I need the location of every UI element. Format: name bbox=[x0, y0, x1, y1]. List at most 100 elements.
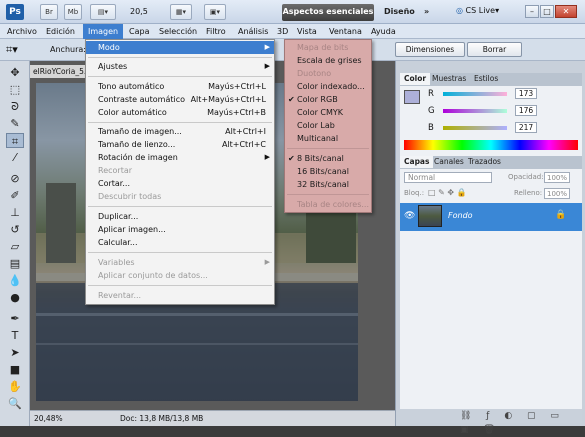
menu-item-duplicar[interactable]: Duplicar... bbox=[86, 210, 274, 223]
tab-muestras[interactable]: Muestras bbox=[428, 73, 470, 85]
eraser-tool-icon[interactable]: ▱ bbox=[6, 239, 24, 254]
menu-item-tono-automatico[interactable]: Tono automático Mayús+Ctrl+L bbox=[86, 80, 274, 93]
tab-trazados[interactable]: Trazados bbox=[464, 156, 505, 168]
pen-tool-icon[interactable]: ✒ bbox=[6, 311, 24, 326]
bridge-button[interactable]: Br bbox=[40, 4, 58, 20]
marquee-tool-icon[interactable]: ⬚ bbox=[6, 82, 24, 97]
zoom-percentage[interactable]: 20,48% bbox=[34, 411, 63, 426]
menu-divider bbox=[88, 206, 272, 207]
lock-icons[interactable]: □ ✎ ✥ 🔒 bbox=[428, 188, 467, 197]
blue-slider[interactable] bbox=[443, 126, 507, 130]
lasso-tool-icon[interactable]: ᘐ bbox=[6, 99, 24, 114]
menu-analisis[interactable]: Análisis bbox=[233, 24, 273, 39]
crop-tool-icon[interactable]: ⌗ bbox=[6, 133, 24, 148]
clone-stamp-tool-icon[interactable]: ⊥ bbox=[6, 205, 24, 220]
opacity-field[interactable]: 100% bbox=[544, 172, 570, 183]
menu-edicion[interactable]: Edición bbox=[41, 24, 80, 39]
menu-vista[interactable]: Vista bbox=[292, 24, 322, 39]
type-tool-icon[interactable]: T bbox=[6, 328, 24, 343]
tab-capas[interactable]: Capas bbox=[400, 156, 434, 168]
zoom-tool-icon[interactable]: 🔍 bbox=[6, 396, 24, 411]
mode-16-bits[interactable]: 16 Bits/canal bbox=[285, 165, 371, 178]
shape-tool-icon[interactable]: ■ bbox=[6, 362, 24, 377]
red-slider[interactable] bbox=[443, 92, 507, 96]
menu-filtro[interactable]: Filtro bbox=[201, 24, 231, 39]
color-spectrum-bar[interactable] bbox=[404, 140, 578, 150]
menu-item-tamano-lienzo[interactable]: Tamaño de lienzo... Alt+Ctrl+C bbox=[86, 138, 274, 151]
menu-item-label: 32 Bits/canal bbox=[297, 180, 349, 189]
document-tab[interactable]: elRioYCoria_5... bbox=[30, 65, 90, 78]
dimensions-button[interactable]: Dimensiones bbox=[395, 42, 465, 57]
menu-item-label: Mapa de bits bbox=[297, 43, 349, 52]
blue-value-field[interactable]: 217 bbox=[515, 122, 537, 133]
layers-panel-footer[interactable]: ⛓ ƒ ◐ ▢ ▭ ▣ 🗑 bbox=[400, 409, 582, 435]
layer-name[interactable]: Fondo bbox=[448, 211, 473, 220]
menu-item-label: Descubrir todas bbox=[98, 192, 162, 201]
menu-item-rotacion-imagen[interactable]: Rotación de imagen ▶ bbox=[86, 151, 274, 164]
more-workspaces-button[interactable]: » bbox=[424, 7, 429, 16]
path-selection-tool-icon[interactable]: ➤ bbox=[6, 345, 24, 360]
close-button[interactable]: ✕ bbox=[555, 5, 577, 18]
menu-item-calcular[interactable]: Calcular... bbox=[86, 236, 274, 249]
gradient-tool-icon[interactable]: ▤ bbox=[6, 256, 24, 271]
menu-item-label: Escala de grises bbox=[297, 56, 362, 65]
mode-color-lab[interactable]: Color Lab bbox=[285, 119, 371, 132]
workspace-design-button[interactable]: Diseño bbox=[384, 7, 415, 16]
minimize-button[interactable]: – bbox=[525, 5, 539, 18]
menu-imagen[interactable]: Imagen bbox=[83, 24, 124, 39]
mode-8-bits[interactable]: ✔ 8 Bits/canal bbox=[285, 152, 371, 165]
quick-selection-tool-icon[interactable]: ✎ bbox=[6, 116, 24, 131]
menu-3d[interactable]: 3D bbox=[272, 24, 293, 39]
menu-item-aplicar-imagen[interactable]: Aplicar imagen... bbox=[86, 223, 274, 236]
arrange-documents-button[interactable]: ▦▾ bbox=[170, 4, 192, 20]
view-extras-button[interactable]: ▤▾ bbox=[90, 4, 116, 20]
menu-divider bbox=[287, 194, 369, 195]
workspace-essentials-button[interactable]: Aspectos esenciales bbox=[282, 4, 374, 21]
menu-seleccion[interactable]: Selección bbox=[154, 24, 202, 39]
menu-item-color-automatico[interactable]: Color automático Mayús+Ctrl+B bbox=[86, 106, 274, 119]
menu-ayuda[interactable]: Ayuda bbox=[366, 24, 401, 39]
mode-color-rgb[interactable]: ✔ Color RGB bbox=[285, 93, 371, 106]
tab-color[interactable]: Color bbox=[400, 73, 431, 85]
screen-mode-button[interactable]: ▣▾ bbox=[204, 4, 226, 20]
maximize-button[interactable]: □ bbox=[540, 5, 554, 18]
mode-escala-de-grises[interactable]: Escala de grises bbox=[285, 54, 371, 67]
mini-bridge-button[interactable]: Mb bbox=[64, 4, 82, 20]
red-value-field[interactable]: 173 bbox=[515, 88, 537, 99]
menu-item-label: Recortar bbox=[98, 166, 133, 175]
menu-item-contraste-automatico[interactable]: Contraste automático Alt+Mayús+Ctrl+L bbox=[86, 93, 274, 106]
tab-estilos[interactable]: Estilos bbox=[470, 73, 502, 85]
menu-item-cortar[interactable]: Cortar... bbox=[86, 177, 274, 190]
zoom-level-display[interactable]: 20,5 bbox=[130, 7, 148, 16]
foreground-color-swatch[interactable] bbox=[404, 90, 420, 104]
menu-item-modo[interactable]: Modo ▶ bbox=[86, 41, 274, 54]
shortcut-text: Mayús+Ctrl+B bbox=[207, 108, 266, 117]
brush-tool-icon[interactable]: ✐ bbox=[6, 188, 24, 203]
crop-tool-preset-icon[interactable]: ⌗▾ bbox=[6, 43, 18, 57]
menu-capa[interactable]: Capa bbox=[124, 24, 154, 39]
tab-canales[interactable]: Canales bbox=[430, 156, 468, 168]
mode-color-cmyk[interactable]: Color CMYK bbox=[285, 106, 371, 119]
blend-mode-select[interactable]: Normal bbox=[404, 172, 492, 183]
menu-archivo[interactable]: Archivo bbox=[2, 24, 42, 39]
fill-field[interactable]: 100% bbox=[544, 188, 570, 199]
mode-color-indexado[interactable]: Color indexado... bbox=[285, 80, 371, 93]
dodge-tool-icon[interactable]: ● bbox=[6, 290, 24, 305]
eyedropper-tool-icon[interactable]: ⁄ bbox=[6, 150, 24, 165]
mode-multicanal[interactable]: Multicanal bbox=[285, 132, 371, 145]
mode-32-bits[interactable]: 32 Bits/canal bbox=[285, 178, 371, 191]
cs-live-button[interactable]: ◎ CS Live▾ bbox=[456, 6, 499, 15]
green-value-field[interactable]: 176 bbox=[515, 105, 537, 116]
menu-item-tamano-imagen[interactable]: Tamaño de imagen... Alt+Ctrl+I bbox=[86, 125, 274, 138]
menu-ventana[interactable]: Ventana bbox=[324, 24, 367, 39]
blur-tool-icon[interactable]: 💧 bbox=[6, 273, 24, 288]
clear-button[interactable]: Borrar bbox=[467, 42, 522, 57]
healing-brush-tool-icon[interactable]: ⊘ bbox=[6, 171, 24, 186]
green-slider[interactable] bbox=[443, 109, 507, 113]
menu-item-ajustes[interactable]: Ajustes ▶ bbox=[86, 60, 274, 73]
move-tool-icon[interactable]: ✥ bbox=[6, 65, 24, 80]
history-brush-tool-icon[interactable]: ↺ bbox=[6, 222, 24, 237]
hand-tool-icon[interactable]: ✋ bbox=[6, 379, 24, 394]
layer-row-fondo[interactable]: 👁 Fondo 🔒 bbox=[400, 203, 582, 231]
visibility-eye-icon[interactable]: 👁 bbox=[404, 211, 415, 221]
